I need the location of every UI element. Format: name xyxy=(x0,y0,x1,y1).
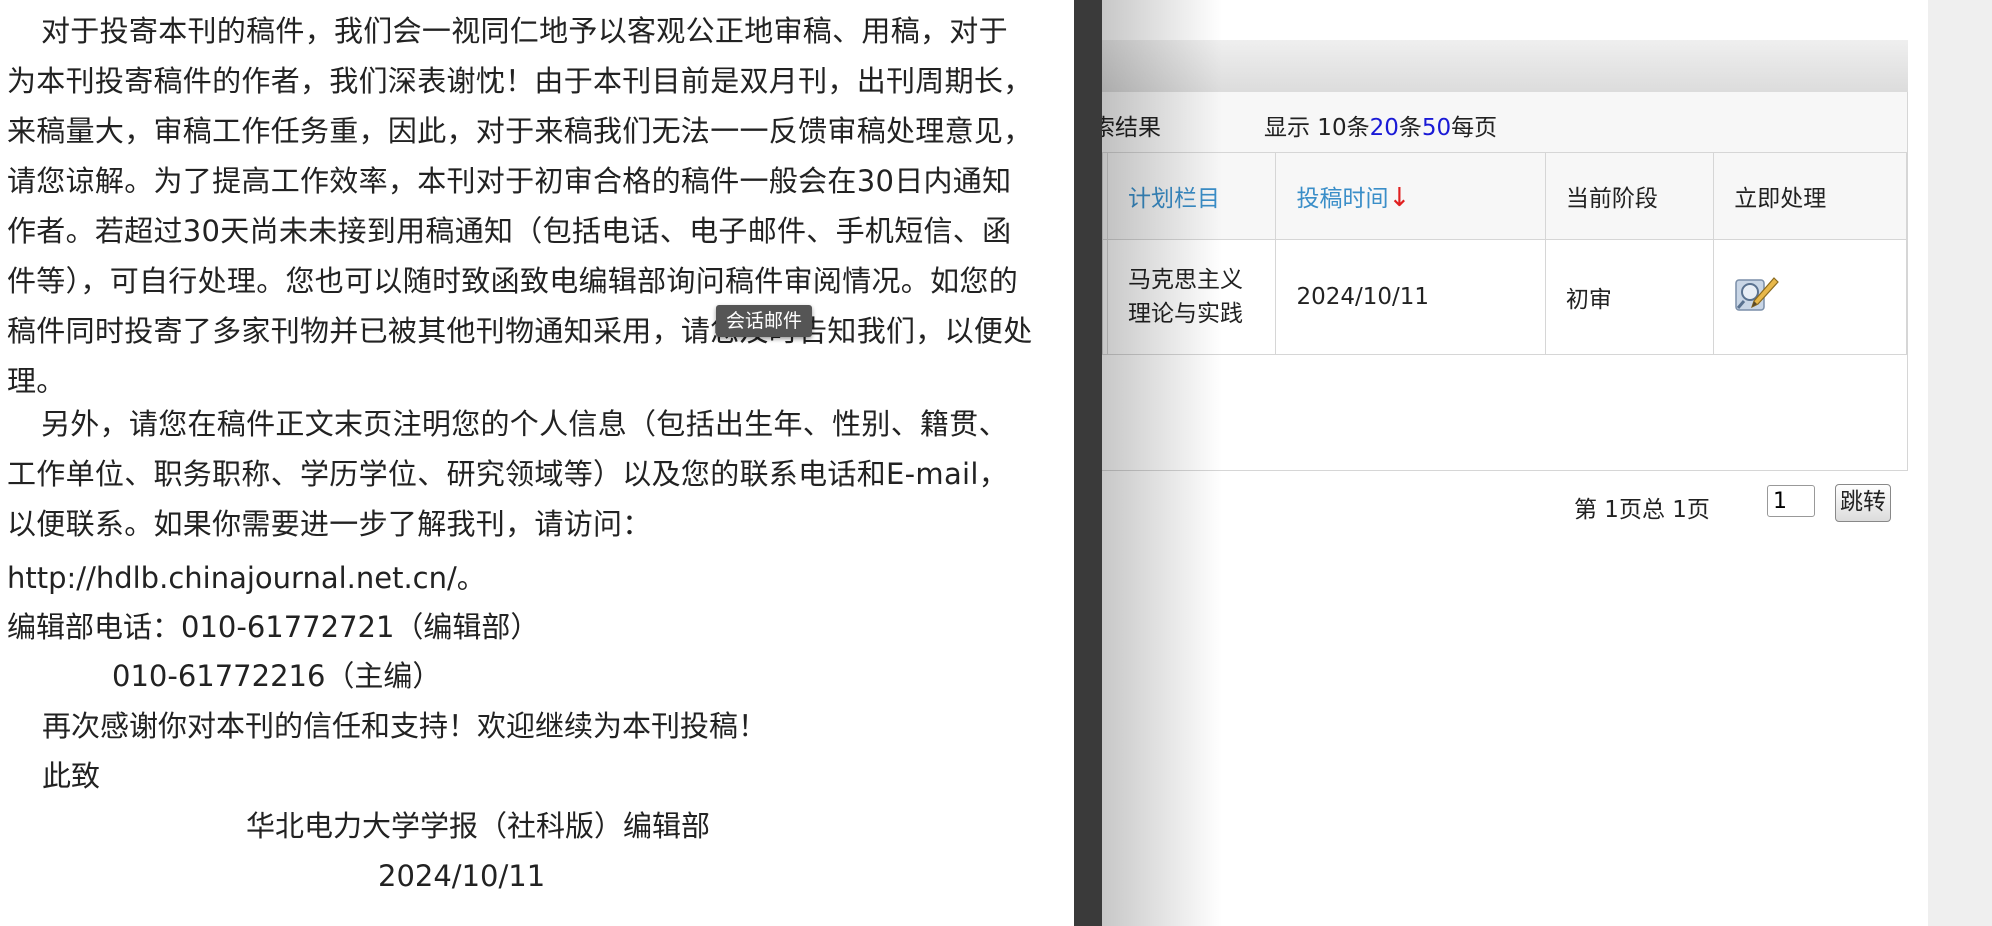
right-edge-strip xyxy=(1928,0,1992,926)
page-size-separator: 条 xyxy=(1398,115,1422,141)
header-submit-time[interactable]: 投稿时间↓ xyxy=(1275,152,1546,240)
letter-paragraph-1: 对于投寄本刊的稿件，我们会一视同仁地予以客观公正地审稿、用稿，对于为本刊投寄稿件… xyxy=(7,14,1033,398)
page-size-selector: 显示 10条20条50每页 xyxy=(1264,108,1497,142)
submissions-table: 计划栏目 投稿时间↓ 当前阶段 立即处理 马克思主义 理论与实践 2024/10… xyxy=(1102,152,1907,355)
submission-list-panel: 索结果 显示 10条20条50每页 计划栏目 投稿时间↓ 当前阶段 立即处理 马… xyxy=(1102,0,1928,926)
tooltip: 会话邮件 xyxy=(716,305,813,337)
header-plan-column[interactable]: 计划栏目 xyxy=(1107,152,1277,240)
results-panel: 索结果 显示 10条20条50每页 计划栏目 投稿时间↓ 当前阶段 立即处理 马… xyxy=(1102,92,1908,523)
letter-signature: 华北电力大学学报（社科版）编辑部 xyxy=(246,809,711,843)
action-cell xyxy=(1713,239,1907,355)
header-submit-time-label: 投稿时间 xyxy=(1296,186,1389,212)
panel-header-bar xyxy=(1102,40,1908,93)
submit-time-cell: 2024/10/11 xyxy=(1275,239,1546,355)
stage-cell: 初审 xyxy=(1544,239,1715,355)
letter-date: 2024/10/11 xyxy=(378,859,546,893)
pagination: 第 1页总 1页 跳转 xyxy=(1102,470,1907,562)
plan-column-line-2: 理论与实践 xyxy=(1128,301,1244,327)
page-size-50-link[interactable]: 50 xyxy=(1422,115,1451,141)
table-header-row: 计划栏目 投稿时间↓ 当前阶段 立即处理 xyxy=(1102,152,1907,240)
letter-salutation: 此致 xyxy=(42,759,101,793)
pagination-info: 第 1页总 1页 xyxy=(1574,497,1710,523)
search-results-label: 索结果 xyxy=(1102,115,1161,141)
page-number-input[interactable] xyxy=(1767,485,1815,517)
letter-url: http://hdlb.chinajournal.net.cn/。 xyxy=(7,561,486,595)
sort-desc-arrow-icon: ↓ xyxy=(1388,183,1411,213)
plan-column-line-1: 马克思主义 xyxy=(1128,267,1244,293)
go-page-button[interactable]: 跳转 xyxy=(1835,484,1891,522)
table-row: 马克思主义 理论与实践 2024/10/11 初审 xyxy=(1102,239,1907,355)
results-toolbar: 索结果 显示 10条20条50每页 xyxy=(1102,92,1907,153)
plan-column-cell: 马克思主义 理论与实践 xyxy=(1107,239,1277,355)
letter-phone-line-2: 010-61772216（主编） xyxy=(112,659,442,693)
letter-thanks: 再次感谢你对本刊的信任和支持！欢迎继续为本刊投稿！ xyxy=(42,709,768,743)
window-separator xyxy=(1074,0,1102,926)
edit-icon[interactable] xyxy=(1734,274,1780,314)
page-size-prefix: 显示 10条 xyxy=(1264,115,1370,141)
letter-paragraph-2: 另外，请您在稿件正文末页注明您的个人信息（包括出生年、性别、籍贯、工作单位、职务… xyxy=(7,407,1009,541)
page-size-suffix: 每页 xyxy=(1451,115,1498,141)
header-stage: 当前阶段 xyxy=(1544,152,1715,240)
letter-phone-line-1: 编辑部电话：010-61772721（编辑部） xyxy=(7,610,540,644)
header-action: 立即处理 xyxy=(1713,152,1907,240)
page-size-20-link[interactable]: 20 xyxy=(1370,115,1399,141)
letter-panel: 对于投寄本刊的稿件，我们会一视同仁地予以客观公正地审稿、用稿，对于为本刊投寄稿件… xyxy=(0,0,1074,926)
